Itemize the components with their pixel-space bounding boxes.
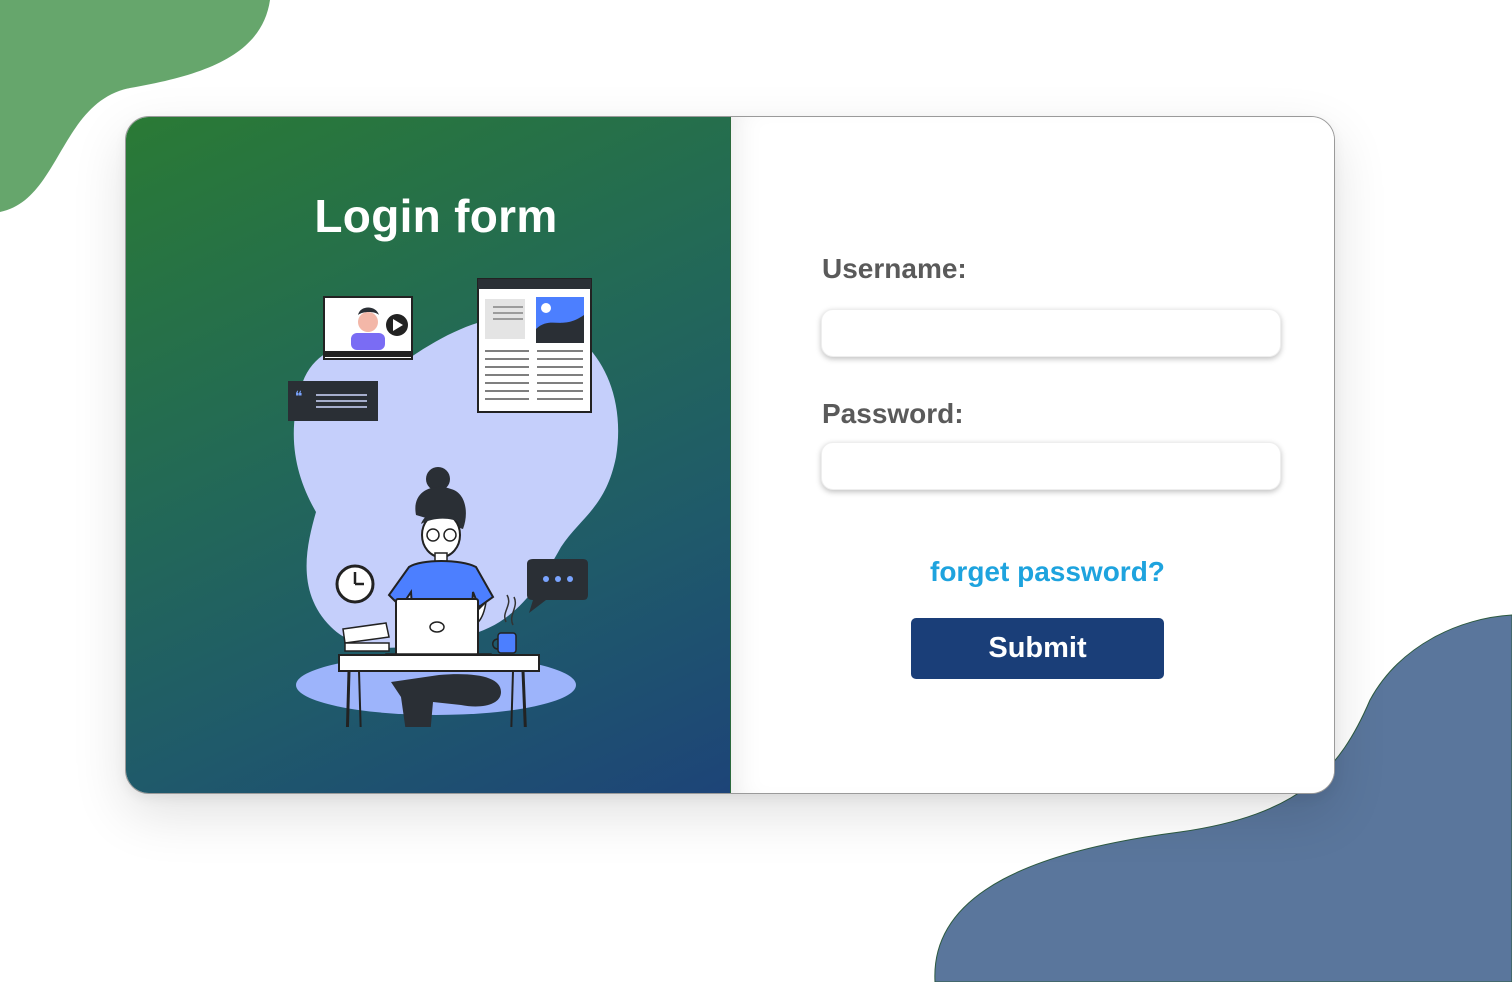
quote-card-icon: ❝: [288, 381, 378, 421]
page: Login form ❝ Username: Password: forget …: [0, 0, 1512, 982]
password-input[interactable]: [821, 442, 1281, 490]
video-card-icon: [323, 296, 413, 360]
form-panel: Username: Password: forget password? Sub…: [731, 117, 1334, 793]
woman-working-on-laptop-illustration: ❝: [288, 278, 619, 727]
login-form-title: Login form: [314, 190, 558, 242]
clock-icon: [335, 564, 375, 604]
username-label: Username:: [822, 253, 967, 284]
password-label: Password:: [822, 398, 964, 429]
svg-text:❝: ❝: [295, 389, 303, 405]
login-card: Login form ❝ Username: Password: forget …: [125, 116, 1335, 794]
illustration-panel: Login form ❝: [126, 117, 731, 793]
chat-bubble-icon: [527, 559, 588, 613]
forgot-password-link[interactable]: forget password?: [930, 556, 1165, 588]
submit-button[interactable]: Submit: [911, 618, 1164, 679]
laptop-icon: [385, 598, 492, 659]
username-input[interactable]: [821, 309, 1281, 357]
mug-icon: [492, 632, 517, 654]
article-card-icon: [477, 278, 592, 413]
